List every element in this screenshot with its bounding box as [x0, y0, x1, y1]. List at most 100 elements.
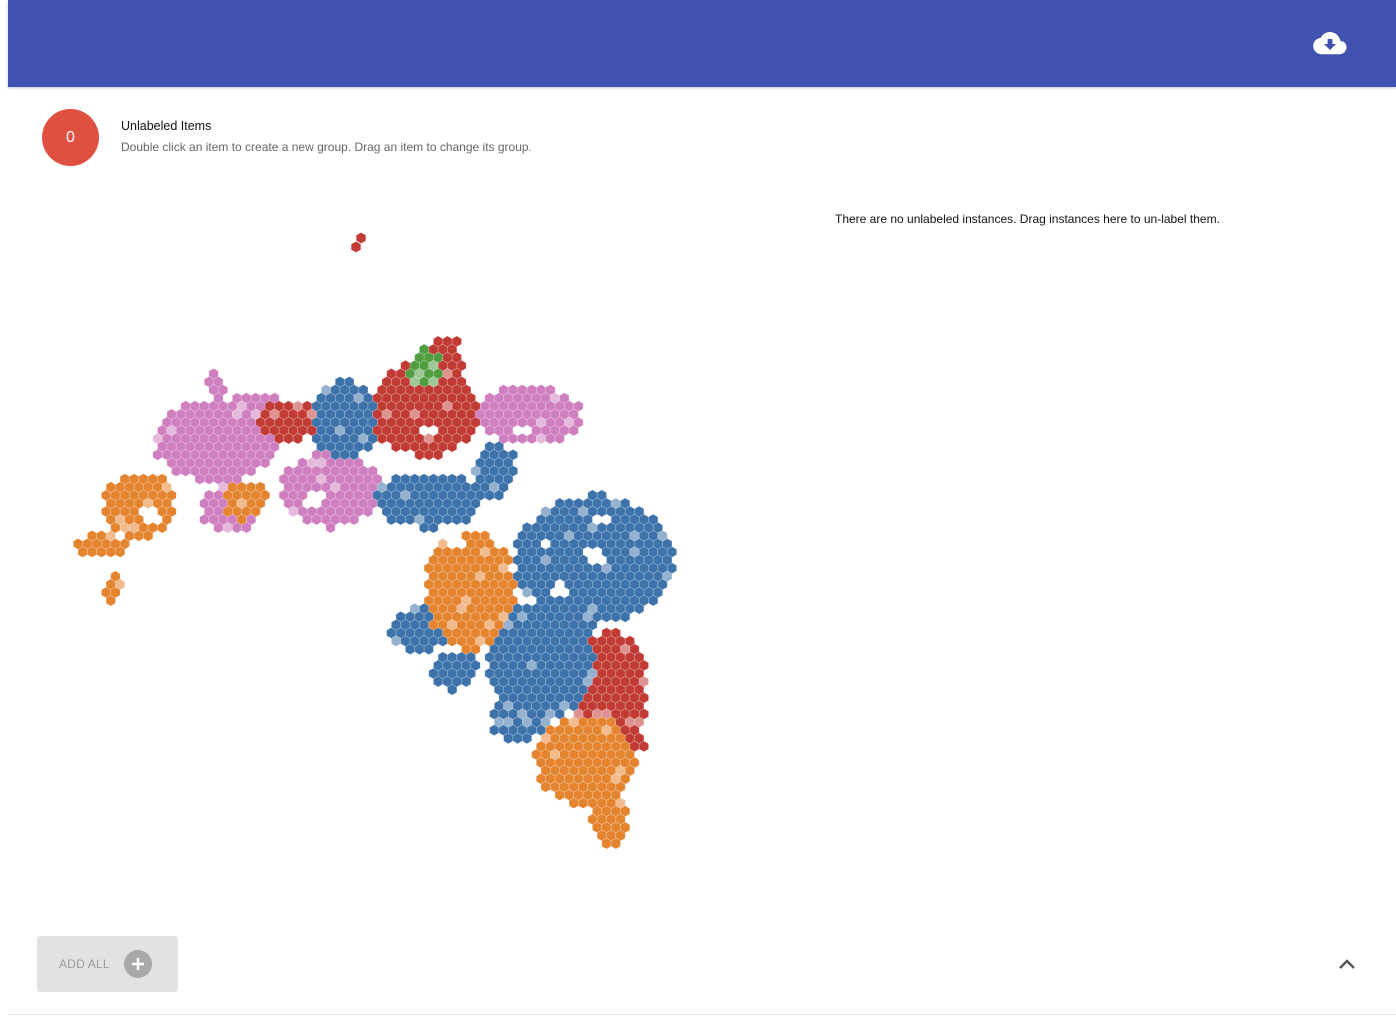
- group-count-badge[interactable]: 0: [42, 109, 99, 166]
- hex-cell[interactable]: [536, 432, 546, 445]
- hex-cell[interactable]: [180, 465, 191, 477]
- hex-cell[interactable]: [405, 643, 416, 655]
- hex-cell[interactable]: [568, 424, 579, 437]
- hex-cell[interactable]: [115, 546, 126, 558]
- hex-cell[interactable]: [423, 449, 434, 461]
- hex-cell[interactable]: [521, 586, 532, 599]
- hex-cell[interactable]: [447, 635, 458, 647]
- hex-cell[interactable]: [461, 513, 472, 526]
- hex-cell[interactable]: [610, 837, 621, 850]
- hex-cell[interactable]: [143, 530, 154, 542]
- hex-cell[interactable]: [405, 513, 416, 526]
- cluster-map[interactable]: [60, 225, 700, 865]
- hex-cell[interactable]: [362, 505, 373, 518]
- hex-cell[interactable]: [554, 432, 565, 445]
- hex-cell[interactable]: [213, 521, 224, 534]
- hex-cell[interactable]: [433, 675, 444, 688]
- hex-cell[interactable]: [587, 538, 598, 550]
- hex-cell[interactable]: [288, 505, 299, 518]
- hex-cell[interactable]: [526, 432, 537, 445]
- hex-cell[interactable]: [601, 611, 612, 623]
- hex-cell[interactable]: [484, 489, 495, 502]
- collapse-button[interactable]: [1333, 950, 1361, 978]
- hex-cell[interactable]: [648, 594, 659, 607]
- hex-cell[interactable]: [133, 530, 144, 542]
- hex-cell[interactable]: [157, 521, 168, 534]
- hex-cell[interactable]: [521, 732, 532, 745]
- hex-cell[interactable]: [283, 432, 294, 445]
- hex-cell[interactable]: [423, 416, 434, 429]
- hex-cell[interactable]: [194, 473, 205, 485]
- hex-cell[interactable]: [447, 683, 458, 696]
- hex-cell[interactable]: [451, 513, 462, 526]
- hex-cell[interactable]: [204, 473, 214, 485]
- hex-cell[interactable]: [540, 781, 551, 793]
- hex-cell[interactable]: [447, 440, 458, 453]
- hex-cell[interactable]: [377, 432, 387, 445]
- hex-cell[interactable]: [433, 449, 444, 461]
- download-button[interactable]: [1308, 25, 1352, 61]
- hex-cell[interactable]: [362, 440, 373, 453]
- hex-cell[interactable]: [634, 602, 645, 615]
- hex-cell[interactable]: [87, 546, 98, 558]
- hex-cell[interactable]: [428, 521, 439, 534]
- hex-cell[interactable]: [638, 740, 649, 753]
- hex-cell[interactable]: [461, 675, 472, 688]
- hex-cell[interactable]: [96, 546, 107, 558]
- hex-cell[interactable]: [105, 546, 116, 558]
- hex-cell[interactable]: [423, 643, 434, 655]
- hex-cell[interactable]: [152, 449, 163, 461]
- hex-cell[interactable]: [503, 732, 514, 745]
- hex-cell[interactable]: [302, 513, 313, 526]
- hex-cell[interactable]: [554, 789, 565, 801]
- hex-cell[interactable]: [493, 489, 504, 502]
- hex-cell[interactable]: [391, 635, 402, 647]
- hex-cell[interactable]: [386, 513, 397, 526]
- hex-cell[interactable]: [351, 241, 361, 253]
- cloud-download-icon: [1313, 32, 1347, 55]
- hex-cell[interactable]: [578, 797, 589, 809]
- hex-cell[interactable]: [348, 513, 359, 526]
- hex-cell[interactable]: [437, 635, 448, 647]
- hex-cell[interactable]: [489, 724, 500, 736]
- hex-cell[interactable]: [414, 449, 425, 461]
- hex-cell[interactable]: [507, 432, 518, 445]
- hex-cell[interactable]: [356, 232, 366, 244]
- hex-cell[interactable]: [222, 521, 233, 534]
- hex-cell[interactable]: [484, 424, 495, 437]
- hex-cell[interactable]: [325, 521, 336, 534]
- hex-cell[interactable]: [241, 521, 252, 534]
- hex-cell[interactable]: [311, 481, 322, 493]
- hex-cell[interactable]: [232, 521, 243, 534]
- hex-cell[interactable]: [395, 513, 406, 526]
- hex-cell[interactable]: [339, 513, 350, 526]
- hex-cell[interactable]: [545, 432, 556, 445]
- hex-cell[interactable]: [610, 611, 621, 623]
- hex-cell[interactable]: [260, 457, 271, 469]
- hex-cell[interactable]: [419, 521, 430, 534]
- hex-cell[interactable]: [568, 797, 579, 809]
- hex-cell[interactable]: [601, 837, 612, 850]
- add-all-button[interactable]: ADD ALL: [37, 936, 178, 992]
- hex-cell[interactable]: [400, 440, 411, 453]
- empty-instances-message: There are no unlabeled instances. Drag i…: [835, 212, 1220, 226]
- hex-cell[interactable]: [311, 513, 322, 526]
- hex-cell[interactable]: [461, 432, 472, 445]
- hex-cell[interactable]: [105, 594, 116, 607]
- hex-cell[interactable]: [620, 611, 631, 623]
- hex-cell[interactable]: [391, 440, 402, 453]
- hex-cell[interactable]: [517, 432, 528, 445]
- hex-cell[interactable]: [512, 732, 523, 745]
- chevron-up-icon: [1339, 959, 1355, 969]
- hex-map-canvas[interactable]: [60, 225, 700, 865]
- hex-cell[interactable]: [596, 505, 607, 518]
- hex-cell[interactable]: [199, 513, 210, 526]
- hex-cell[interactable]: [77, 546, 88, 558]
- hex-cell[interactable]: [442, 513, 453, 526]
- hex-cell[interactable]: [143, 497, 154, 510]
- hex-cell[interactable]: [414, 643, 425, 655]
- hex-cell[interactable]: [517, 416, 528, 429]
- hex-cell[interactable]: [171, 465, 182, 477]
- hex-cell[interactable]: [246, 465, 257, 477]
- hex-cell[interactable]: [292, 432, 303, 445]
